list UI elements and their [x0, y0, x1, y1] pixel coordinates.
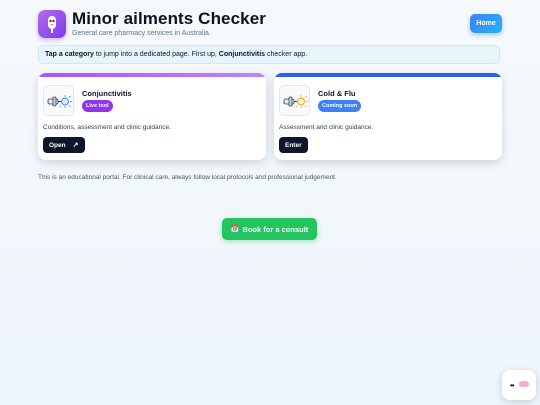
- status-badge: Coming soon: [318, 100, 362, 112]
- card-description: Assessment and clinic guidance.: [279, 124, 374, 131]
- eyes-icon: ••: [510, 381, 515, 390]
- category-card-cold-flu[interactable]: Cold & Flu Coming soon Assessment and cl…: [274, 73, 502, 160]
- home-button[interactable]: Home: [470, 14, 502, 33]
- banner-text-end: checker app.: [265, 51, 308, 58]
- card-accent-bar: [274, 73, 502, 77]
- chat-assistant-widget[interactable]: ••: [502, 370, 536, 400]
- page-subtitle: General care pharmacy services in Austra…: [72, 30, 211, 37]
- eye-dropper-icon: [47, 95, 72, 108]
- page-header: Minor ailments Checker General care phar…: [38, 8, 502, 42]
- card-title: Conjunctivitis: [82, 89, 132, 98]
- book-consult-label: Book for a consult: [242, 224, 309, 234]
- open-button-label: Open: [49, 141, 66, 149]
- banner-app-name: Conjunctivitis: [218, 51, 266, 58]
- card-thumbnail: [279, 85, 310, 116]
- virus-icon: [283, 95, 308, 108]
- banner-text: to jump into a dedicated page. First up,: [93, 51, 219, 58]
- open-button[interactable]: Open ↗: [43, 137, 85, 153]
- calendar-icon: 📅: [230, 226, 240, 233]
- card-title: Cold & Flu: [318, 89, 356, 98]
- card-thumbnail: [43, 85, 74, 116]
- banner-lead: Tap a category: [45, 51, 94, 58]
- app-logo: [38, 10, 66, 38]
- disclaimer-text: This is an educational portal. For clini…: [38, 174, 337, 181]
- category-card-conjunctivitis[interactable]: Conjunctivitis Live tool Conditions, ass…: [38, 73, 266, 160]
- enter-button[interactable]: Enter: [279, 137, 308, 153]
- info-banner: Tap a category to jump into a dedicated …: [38, 45, 500, 64]
- card-accent-bar: [38, 73, 266, 77]
- robot-icon: [48, 16, 56, 33]
- blush-icon: [519, 381, 529, 387]
- book-consult-button[interactable]: 📅 Book for a consult: [222, 218, 317, 240]
- card-description: Conditions, assessment and clinic guidan…: [43, 124, 171, 131]
- page-title: Minor ailments Checker: [72, 9, 266, 28]
- external-link-icon: ↗: [72, 142, 79, 149]
- status-badge: Live tool: [82, 100, 113, 112]
